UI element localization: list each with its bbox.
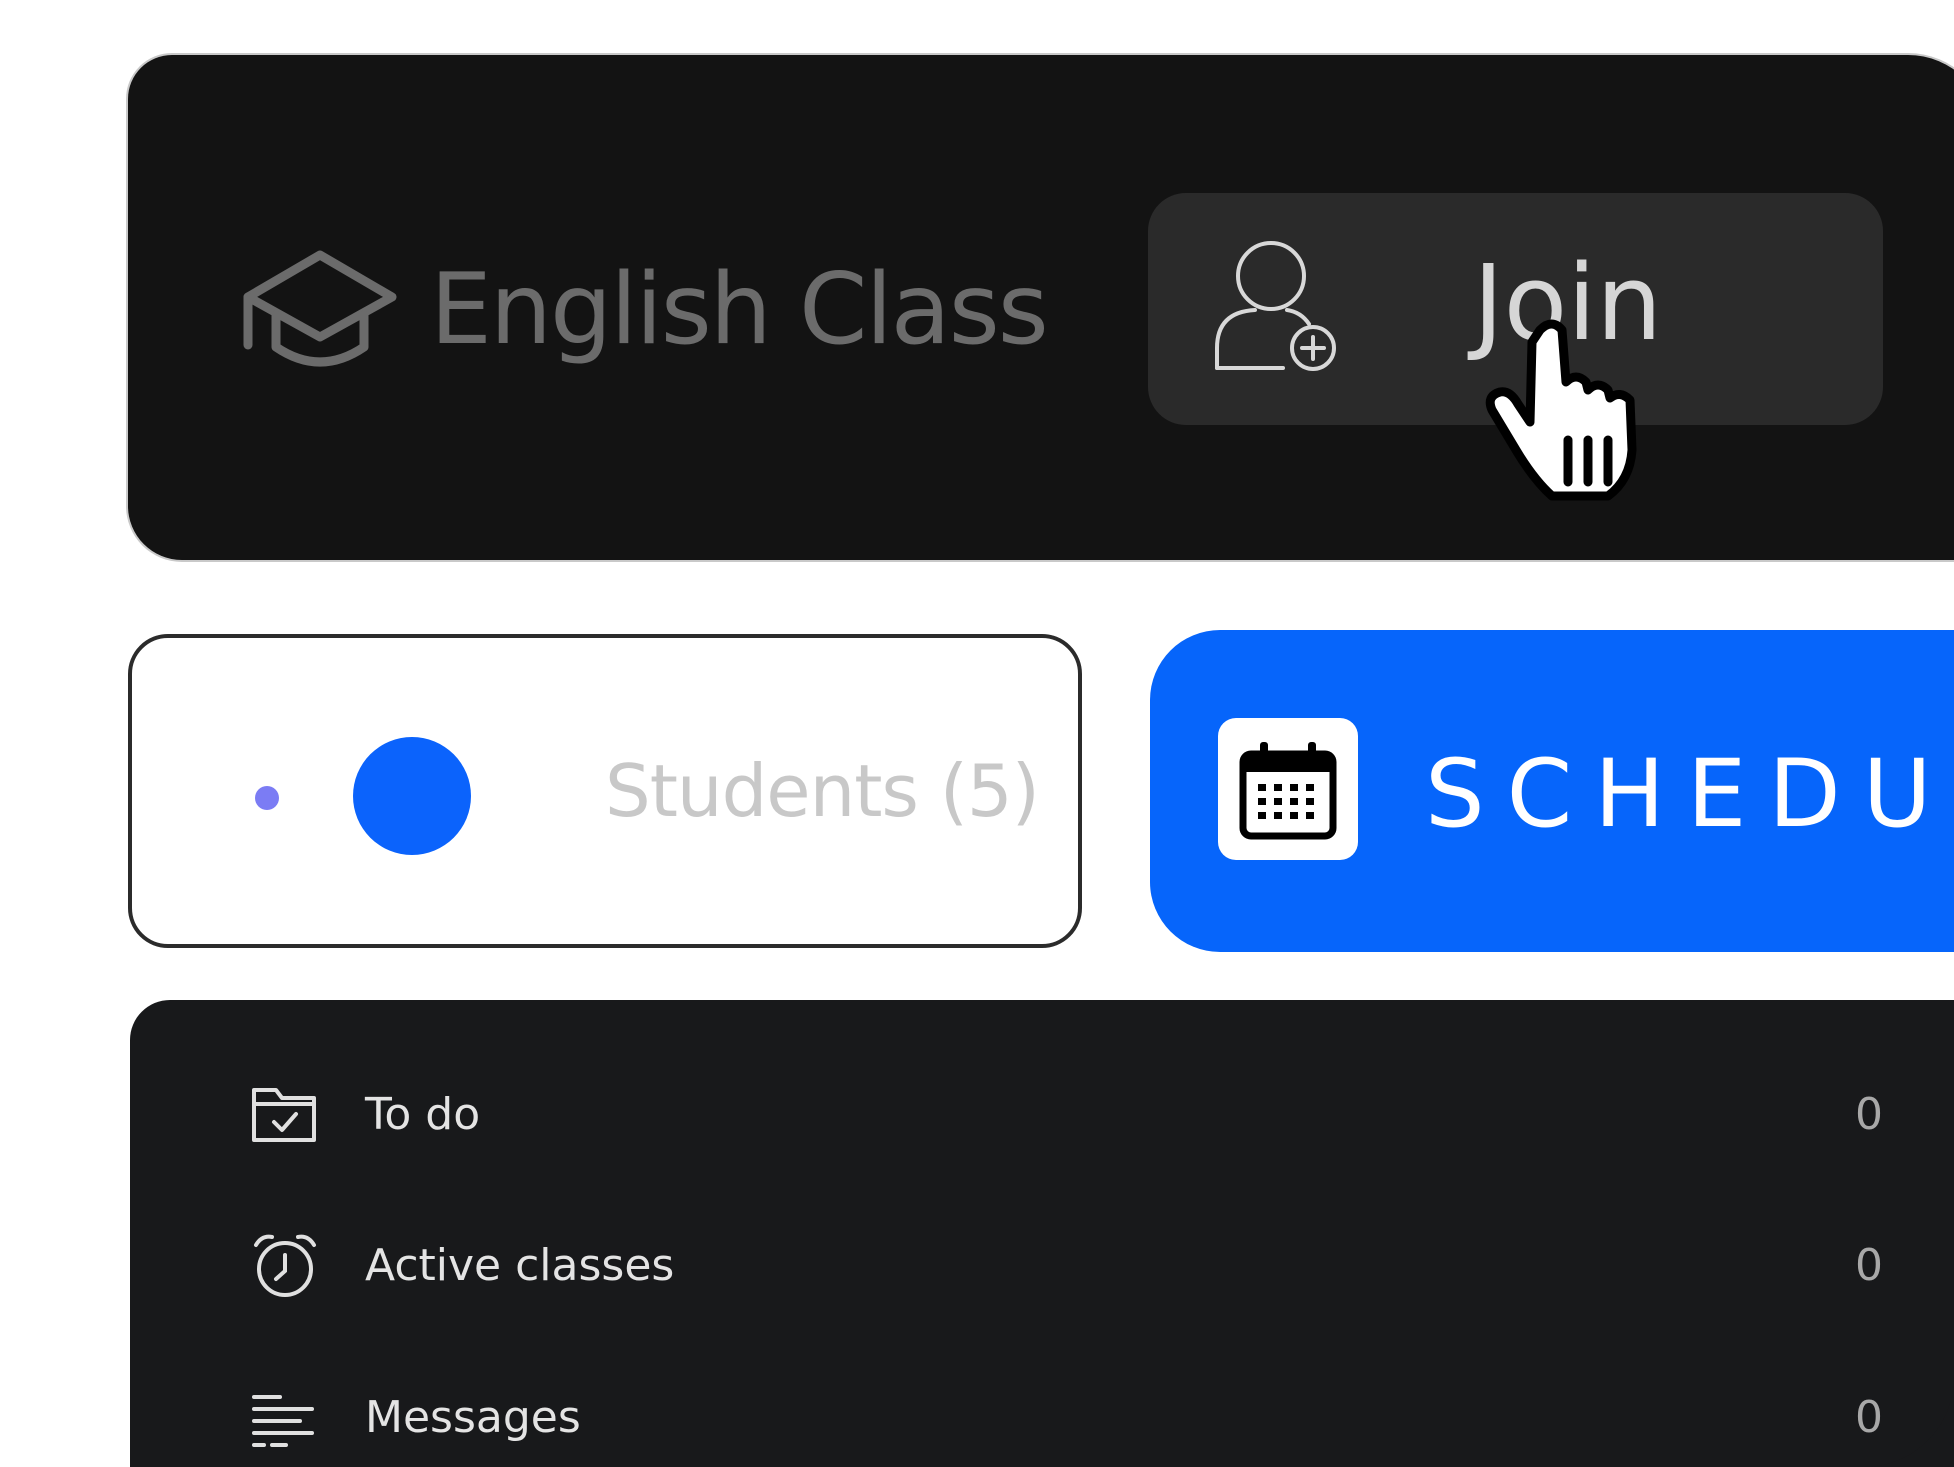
class-title: English Class xyxy=(430,253,1049,367)
app-screen: English Class Join Students (5) SCHEDU T… xyxy=(0,0,1954,1467)
calendar-icon xyxy=(1239,742,1337,840)
stat-value: 0 xyxy=(1855,1240,1883,1291)
schedule-button[interactable]: SCHEDULE xyxy=(1150,630,1954,952)
stat-row-todo[interactable]: To do 0 xyxy=(250,1070,1954,1160)
folder-check-icon xyxy=(252,1088,316,1142)
students-card[interactable]: Students (5) xyxy=(128,634,1082,948)
add-user-icon xyxy=(1215,241,1336,371)
join-button[interactable]: Join xyxy=(1148,193,1883,425)
text-lines-icon xyxy=(252,1395,314,1447)
stat-value: 0 xyxy=(1855,1392,1883,1443)
class-title-group: English Class xyxy=(240,245,1049,375)
stat-label: Active classes xyxy=(365,1240,675,1291)
stat-label: To do xyxy=(365,1089,481,1140)
stat-row-active-classes[interactable]: Active classes 0 xyxy=(250,1221,1954,1311)
calendar-tile xyxy=(1218,718,1358,860)
status-dot-small xyxy=(255,786,279,810)
status-dot-large xyxy=(353,737,471,855)
schedule-label: SCHEDULE xyxy=(1425,740,1954,849)
alarm-clock-icon xyxy=(254,1234,316,1297)
stat-value: 0 xyxy=(1855,1089,1883,1140)
stat-row-messages[interactable]: Messages 0 xyxy=(250,1373,1954,1463)
graduation-cap-icon xyxy=(243,250,397,367)
join-label: Join xyxy=(1473,242,1663,364)
stat-label: Messages xyxy=(365,1392,581,1443)
students-label: Students (5) xyxy=(605,749,1040,833)
